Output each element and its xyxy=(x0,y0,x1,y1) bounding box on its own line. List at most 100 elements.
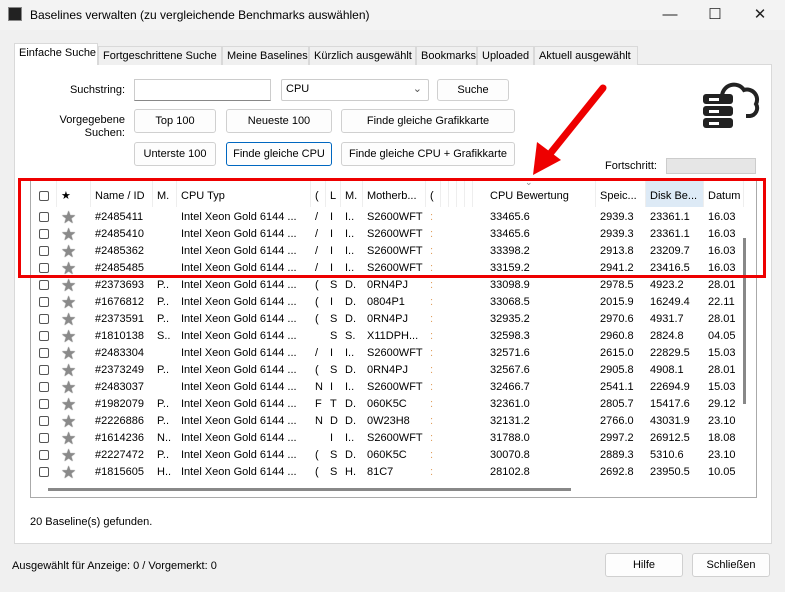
bookmark-star-icon[interactable]: ★ xyxy=(61,379,76,396)
cell-col-c: : xyxy=(430,245,434,257)
vertical-scrollbar[interactable] xyxy=(743,238,746,404)
bookmark-star-icon[interactable]: ★ xyxy=(61,260,76,277)
row-checkbox[interactable] xyxy=(39,263,49,273)
close-button[interactable]: Schließen xyxy=(692,553,770,577)
column-header-col-c[interactable]: ( xyxy=(426,181,441,207)
column-header-c4[interactable] xyxy=(465,181,473,207)
horizontal-scrollbar[interactable] xyxy=(48,488,571,491)
bookmark-star-icon[interactable]: ★ xyxy=(61,243,76,260)
category-select[interactable]: CPU ⌄ xyxy=(281,79,429,101)
table-row[interactable]: ★ #2485410 Intel Xeon Gold 6144 ... / I I.. S2… xyxy=(31,226,744,243)
bookmark-star-icon[interactable]: ★ xyxy=(61,226,76,243)
bookmark-star-icon[interactable]: ★ xyxy=(61,294,76,311)
row-checkbox[interactable] xyxy=(39,297,49,307)
bookmark-star-icon[interactable]: ★ xyxy=(61,345,76,362)
search-button[interactable]: Suche xyxy=(437,79,509,101)
table-row[interactable]: ★ #2373591 P.. Intel Xeon Gold 6144 ... (S D.… xyxy=(31,311,744,328)
tab-einfache-suche[interactable]: Einfache Suche xyxy=(14,43,98,65)
tab-uploaded[interactable]: Uploaded xyxy=(477,46,534,65)
column-header-motherboard[interactable]: Motherb... xyxy=(363,181,426,207)
column-header-col-b[interactable]: L xyxy=(326,181,341,207)
table-row[interactable]: ★ #1810138 S.. Intel Xeon Gold 6144 ... S S. X… xyxy=(31,328,744,345)
table-row[interactable]: ★ #1982079 P.. Intel Xeon Gold 6144 ... F T D.… xyxy=(31,396,744,413)
column-header-c3[interactable] xyxy=(457,181,465,207)
row-checkbox[interactable] xyxy=(39,382,49,392)
column-header-m1[interactable]: M. xyxy=(153,181,177,207)
maximize-button[interactable]: ☐ xyxy=(700,4,730,26)
same-cpu-gpu-button[interactable]: Finde gleiche CPU + Grafikkarte xyxy=(341,142,515,166)
row-checkbox[interactable] xyxy=(39,467,49,477)
table-row[interactable]: ★ #2373249 P.. Intel Xeon Gold 6144 ... (S D.… xyxy=(31,362,744,379)
table-row[interactable]: ★ #1614236 N.. Intel Xeon Gold 6144 ... I I..… xyxy=(31,430,744,447)
row-checkbox[interactable] xyxy=(39,399,49,409)
column-header-memory-score[interactable]: Speic... xyxy=(596,181,646,207)
row-checkbox[interactable] xyxy=(39,331,49,341)
same-cpu-button[interactable]: Finde gleiche CPU xyxy=(226,142,332,166)
bottom100-button[interactable]: Unterste 100 xyxy=(134,142,216,166)
tab-bookmarks[interactable]: Bookmarks xyxy=(416,46,477,65)
bookmark-star-icon[interactable]: ★ xyxy=(61,328,76,345)
bookmark-star-icon[interactable]: ★ xyxy=(61,311,76,328)
cell-memory-score: 2015.9 xyxy=(600,296,634,308)
bookmark-star-icon[interactable]: ★ xyxy=(61,447,76,464)
cell-disk-score: 15417.6 xyxy=(650,398,690,410)
row-checkbox[interactable] xyxy=(39,450,49,460)
cell-m1 xyxy=(153,226,177,243)
same-gpu-button[interactable]: Finde gleiche Grafikkarte xyxy=(341,109,515,133)
column-header-name-id[interactable]: Name / ID xyxy=(91,181,153,207)
app-icon xyxy=(8,7,22,21)
column-header-cpu-score[interactable]: CPU Bewertung xyxy=(486,181,596,207)
close-window-button[interactable]: ✕ xyxy=(745,4,775,26)
column-header-col-a[interactable]: ( xyxy=(311,181,326,207)
column-header-date[interactable]: Datum xyxy=(704,181,744,207)
table-row[interactable]: ★ #2483037 Intel Xeon Gold 6144 ... N I I.. S2… xyxy=(31,379,744,396)
column-header-c1[interactable] xyxy=(441,181,449,207)
row-checkbox[interactable] xyxy=(39,212,49,222)
bookmark-star-icon[interactable]: ★ xyxy=(61,277,76,294)
cell-date: 15.03 xyxy=(708,381,736,393)
column-header-c2[interactable] xyxy=(449,181,457,207)
help-button[interactable]: Hilfe xyxy=(605,553,683,577)
tab-fortgeschrittene-suche[interactable]: Fortgeschrittene Suche xyxy=(98,46,222,65)
bookmark-star-icon[interactable]: ★ xyxy=(61,396,76,413)
cell-name-id: #2483304 xyxy=(95,347,144,359)
table-row[interactable]: ★ #2485362 Intel Xeon Gold 6144 ... / I I.. S2… xyxy=(31,243,744,260)
newest100-button[interactable]: Neueste 100 xyxy=(226,109,332,133)
bookmark-star-icon[interactable]: ★ xyxy=(61,430,76,447)
column-header-disk-score[interactable]: Disk Be... xyxy=(646,181,704,207)
table-row[interactable]: ★ #1676812 P.. Intel Xeon Gold 6144 ... (I D.… xyxy=(31,294,744,311)
bookmark-star-icon[interactable]: ★ xyxy=(61,362,76,379)
bookmark-star-icon[interactable]: ★ xyxy=(61,413,76,430)
table-row[interactable]: ★ #2485411 Intel Xeon Gold 6144 ... / I I.. S2… xyxy=(31,209,744,226)
row-checkbox[interactable] xyxy=(39,246,49,256)
row-checkbox[interactable] xyxy=(39,280,49,290)
row-checkbox[interactable] xyxy=(39,348,49,358)
select-all-checkbox[interactable] xyxy=(39,191,49,201)
bookmark-star-icon[interactable]: ★ xyxy=(61,209,76,226)
search-input[interactable] xyxy=(134,79,271,101)
column-header-bookmark-column[interactable]: ★ xyxy=(57,181,91,207)
row-checkbox[interactable] xyxy=(39,433,49,443)
tab-kuerzlich[interactable]: Kürzlich ausgewählt xyxy=(309,46,416,65)
row-checkbox[interactable] xyxy=(39,229,49,239)
column-header-select-all-checkbox[interactable] xyxy=(31,181,57,207)
row-checkbox[interactable] xyxy=(39,416,49,426)
row-checkbox[interactable] xyxy=(39,365,49,375)
top100-button[interactable]: Top 100 xyxy=(134,109,216,133)
table-row[interactable]: ★ #2226886 P.. Intel Xeon Gold 6144 ... N D D.… xyxy=(31,413,744,430)
tab-meine-baselines[interactable]: Meine Baselines xyxy=(222,46,309,65)
bookmark-star-icon[interactable]: ★ xyxy=(61,464,76,481)
minimize-button[interactable]: — xyxy=(655,4,685,26)
table-row[interactable]: ★ #2373693 P.. Intel Xeon Gold 6144 ... (S D.… xyxy=(31,277,744,294)
tab-aktuell[interactable]: Aktuell ausgewählt xyxy=(534,46,638,65)
table-row[interactable]: ★ #2483304 Intel Xeon Gold 6144 ... / I I.. S2… xyxy=(31,345,744,362)
table-row[interactable]: ★ #2227472 P.. Intel Xeon Gold 6144 ... (S D.… xyxy=(31,447,744,464)
row-checkbox[interactable] xyxy=(39,314,49,324)
cell-col-c: : xyxy=(430,211,434,223)
cell-m1: P.. xyxy=(157,313,170,325)
column-header-m2[interactable]: M. xyxy=(341,181,363,207)
column-header-cpu-type[interactable]: CPU Typ xyxy=(177,181,311,207)
table-row[interactable]: ★ #1815605 H.. Intel Xeon Gold 6144 ... (S H.… xyxy=(31,464,744,481)
table-row[interactable]: ★ #2485485 Intel Xeon Gold 6144 ... / I I.. S2… xyxy=(31,260,744,277)
cell-memory-score: 2692.8 xyxy=(600,466,634,478)
